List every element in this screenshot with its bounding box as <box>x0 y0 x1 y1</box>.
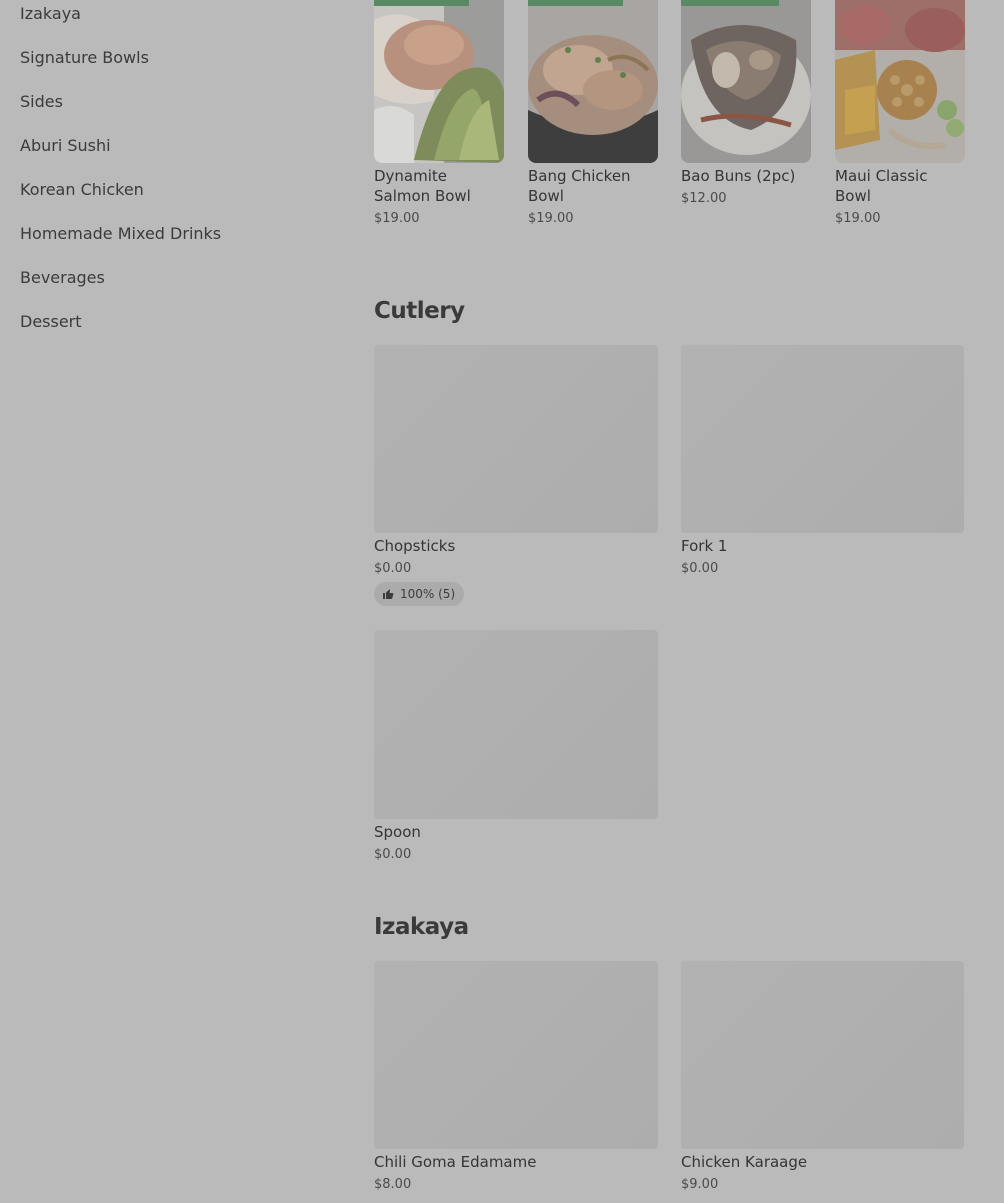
menu-item-card[interactable]: Fork 1 $0.00 <box>681 345 964 580</box>
menu-item-price: $0.00 <box>681 561 719 576</box>
sidebar-item-dessert[interactable]: Dessert <box>20 312 82 332</box>
menu-item-name: Dynamite Salmon Bowl <box>374 167 471 205</box>
section-title-cutlery: Cutlery <box>374 298 465 324</box>
menu-item-price: $19.00 <box>528 211 574 226</box>
spoon-image-placeholder <box>374 630 658 819</box>
menu-item-name: Chopsticks <box>374 537 456 555</box>
menu-item-price: $12.00 <box>681 191 727 206</box>
menu-item-name: Maui Classic Bowl <box>835 167 928 205</box>
menu-item-card[interactable]: Bang Chicken Bowl $19.00 <box>528 0 658 230</box>
menu-item-price: $19.00 <box>374 211 420 226</box>
menu-item-price: $0.00 <box>374 561 412 576</box>
chicken-karaage-image-placeholder <box>681 961 964 1149</box>
menu-item-name: Bao Buns (2pc) <box>681 167 796 185</box>
menu-item-name: Bang Chicken Bowl <box>528 167 631 205</box>
sidebar-item-homemade-mixed-drinks[interactable]: Homemade Mixed Drinks <box>20 224 221 244</box>
bang-chicken-bowl-image <box>528 0 658 163</box>
menu-item-name: Chicken Karaage <box>681 1153 808 1171</box>
fork-image-placeholder <box>681 345 964 533</box>
menu-item-price: $0.00 <box>374 847 412 862</box>
thumbs-up-icon <box>383 589 394 599</box>
sidebar-item-beverages[interactable]: Beverages <box>20 268 105 288</box>
sidebar-item-korean-chicken[interactable]: Korean Chicken <box>20 180 144 200</box>
menu-item-price: $8.00 <box>374 1177 412 1192</box>
sidebar-item-sides[interactable]: Sides <box>20 92 63 112</box>
menu-main: Dynamite Salmon Bowl $19.00 Bang Chicken… <box>374 0 974 1203</box>
menu-item-name: Fork 1 <box>681 537 728 555</box>
rating-text: 100% (5) <box>400 587 456 601</box>
sidebar-item-izakaya[interactable]: Izakaya <box>20 4 81 24</box>
maui-classic-bowl-image <box>835 0 965 163</box>
chopsticks-image-placeholder <box>374 345 658 533</box>
sidebar-item-signature-bowls[interactable]: Signature Bowls <box>20 48 149 68</box>
menu-item-card[interactable]: Chili Goma Edamame $8.00 <box>374 961 658 1203</box>
menu-item-name: Spoon <box>374 823 421 841</box>
menu-item-card[interactable]: Bao Buns (2pc) $12.00 <box>681 0 811 210</box>
chili-goma-edamame-image-placeholder <box>374 961 658 1149</box>
menu-item-price: $19.00 <box>835 211 881 226</box>
menu-item-card[interactable]: Maui Classic Bowl $19.00 <box>835 0 965 230</box>
section-title-izakaya: Izakaya <box>374 914 469 940</box>
menu-item-price: $9.00 <box>681 1177 719 1192</box>
menu-item-card[interactable]: Spoon $0.00 <box>374 630 658 865</box>
sidebar-item-aburi-sushi[interactable]: Aburi Sushi <box>20 136 111 156</box>
bao-buns-image <box>681 0 811 163</box>
rating-badge: 100% (5) <box>374 582 464 606</box>
menu-item-name: Chili Goma Edamame <box>374 1153 537 1171</box>
menu-item-card[interactable]: Dynamite Salmon Bowl $19.00 <box>374 0 504 230</box>
dynamite-salmon-bowl-image <box>374 0 504 163</box>
menu-item-card[interactable]: Chicken Karaage $9.00 <box>681 961 964 1203</box>
menu-item-card[interactable]: Chopsticks $0.00 100% (5) <box>374 345 658 607</box>
